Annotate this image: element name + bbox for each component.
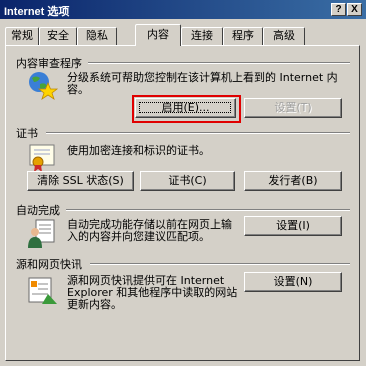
autocomplete-description-2: 入的内容并向您建议匹配项。 [67,230,210,243]
certificates-description: 使用加密连接和标识的证书。 [67,144,210,157]
tab-advanced[interactable]: 高级 [263,27,305,45]
window-title: Internet 选项 [4,6,70,18]
globe-star-icon [29,72,58,100]
help-button[interactable]: ? [331,3,346,16]
autocomplete-icon [28,219,55,248]
feeds-icon [28,277,57,304]
close-button[interactable]: X [347,3,362,16]
content-advisor-divider [88,62,350,64]
certificates-title: 证书 [16,125,42,141]
feeds-description-3: 更新内容。 [67,298,122,311]
tab-security[interactable]: 安全 [39,27,77,45]
tab-privacy[interactable]: 隐私 [77,27,117,45]
certificates-divider [46,132,350,134]
tab-general[interactable]: 常规 [5,27,39,45]
feeds-divider [90,263,350,265]
content-advisor-settings-button[interactable]: 设置(T) [244,98,342,118]
certificates-button[interactable]: 证书(C) [140,171,235,191]
highlight-box [132,95,241,123]
feeds-settings-button[interactable]: 设置(N) [244,272,342,292]
tab-connections[interactable]: 连接 [181,27,223,45]
autocomplete-settings-button[interactable]: 设置(I) [244,216,342,236]
certificate-icon [29,144,55,172]
tab-content[interactable]: 内容 [135,24,181,46]
clear-ssl-state-button[interactable]: 清除 SSL 状态(S) [27,171,134,191]
autocomplete-divider [66,209,350,211]
feeds-title: 源和网页快讯 [16,256,86,272]
content-tab-panel: 内容审查程序 分级系统可帮助您控制在该计算机上看到的 Internet 内 容。… [5,45,360,361]
content-advisor-description-1: 分级系统可帮助您控制在该计算机上看到的 Internet 内 [67,71,338,84]
tab-programs[interactable]: 程序 [223,27,263,45]
title-bar[interactable]: Internet 选项 ? X [0,0,366,19]
content-advisor-description-2: 容。 [67,83,89,96]
publishers-button[interactable]: 发行者(B) [244,171,342,191]
autocomplete-title: 自动完成 [16,202,64,218]
internet-options-window: Internet 选项 ? X 常规 安全 隐私 内容 连接 程序 高级 内容审… [0,0,366,366]
